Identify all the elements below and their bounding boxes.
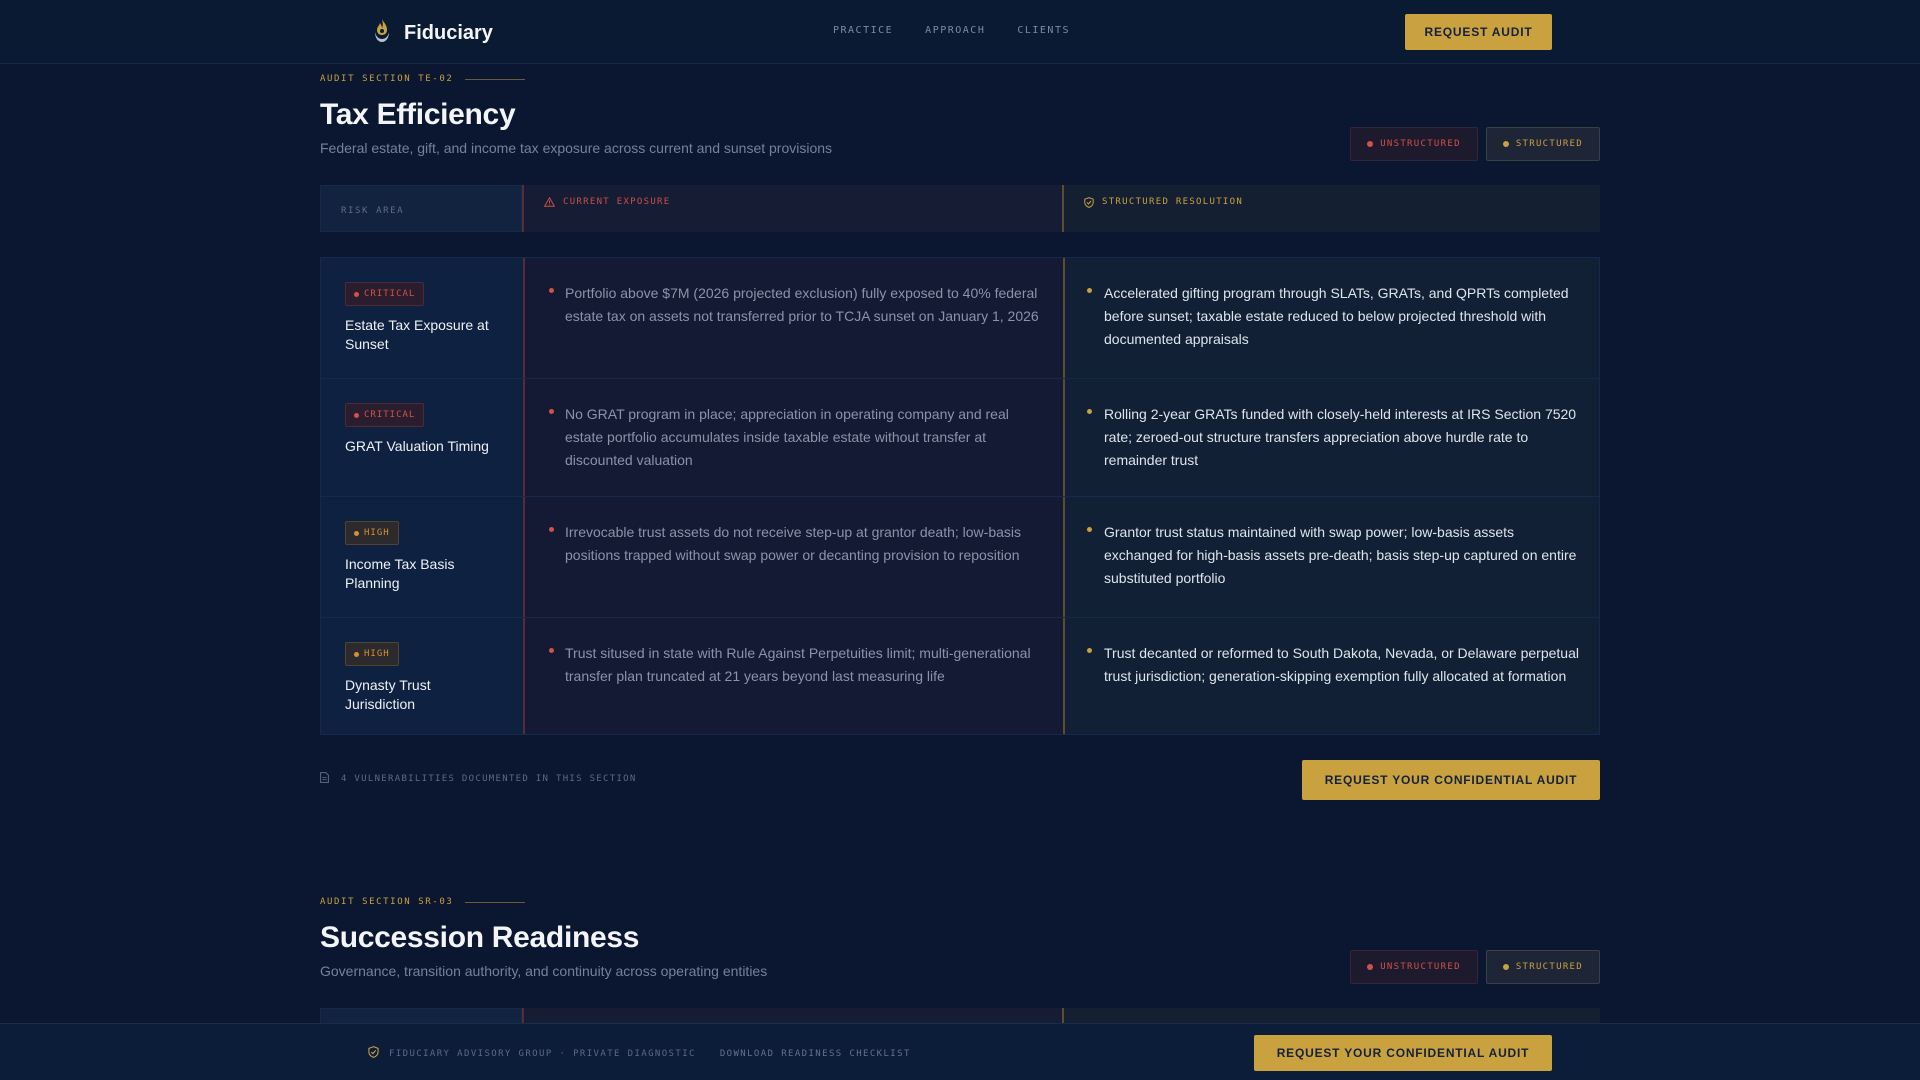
exposure-text: Trust sitused in state with Rule Against… bbox=[565, 645, 1031, 684]
shield-check-icon bbox=[1084, 197, 1094, 211]
resolution-bullet-icon bbox=[1087, 288, 1092, 293]
resolution-bullet-icon bbox=[1087, 648, 1092, 653]
nav-approach[interactable]: APPROACH bbox=[925, 25, 985, 36]
table-row: CRITICAL Estate Tax Exposure at Sunset P… bbox=[321, 258, 1599, 379]
resolution-bullet-icon bbox=[1087, 409, 1092, 414]
exposure-text: Portfolio above $7M (2026 projected excl… bbox=[565, 285, 1039, 324]
top-navigation-bar: Fiduciary PRACTICE APPROACH CLIENTS REQU… bbox=[0, 0, 1920, 64]
table-row: HIGH Income Tax Basis Planning Irrevocab… bbox=[321, 497, 1599, 618]
resolution-text: Grantor trust status maintained with swa… bbox=[1104, 524, 1577, 586]
severity-dot-icon bbox=[354, 651, 359, 657]
exposure-cell: No GRAT program in place; appreciation i… bbox=[523, 379, 1063, 496]
section-code: AUDIT SECTION SR-03 bbox=[320, 897, 454, 907]
resolution-cell: Grantor trust status maintained with swa… bbox=[1063, 497, 1599, 617]
risk-area-cell: HIGH Dynasty Trust Jurisdiction bbox=[321, 618, 523, 734]
vulnerability-table: CRITICAL Estate Tax Exposure at Sunset P… bbox=[320, 257, 1600, 735]
eyebrow-rule bbox=[465, 901, 526, 903]
unstructured-dot-icon bbox=[1367, 141, 1374, 147]
section-tax-efficiency: AUDIT SECTION TE-02 Tax Efficiency Feder… bbox=[320, 74, 1600, 800]
main-nav: PRACTICE APPROACH CLIENTS bbox=[833, 25, 1070, 36]
structured-dot-icon bbox=[1502, 141, 1509, 147]
section-succession-readiness: AUDIT SECTION SR-03 Succession Readiness… bbox=[320, 897, 1600, 1055]
section-eyebrow: AUDIT SECTION TE-02 bbox=[320, 74, 1600, 84]
header-structured-resolution: STRUCTURED RESOLUTION bbox=[1062, 185, 1600, 232]
risk-area-name: Dynasty Trust Jurisdiction bbox=[345, 677, 431, 712]
legend-structured[interactable]: STRUCTURED bbox=[1485, 950, 1600, 984]
section-footer: 4 VULNERABILITIES DOCUMENTED IN THIS SEC… bbox=[320, 760, 1600, 800]
resolution-bullet-icon bbox=[1087, 527, 1092, 532]
brand[interactable]: Fiduciary bbox=[370, 18, 493, 49]
unstructured-dot-icon bbox=[1367, 964, 1374, 970]
severity-dot-icon bbox=[354, 291, 359, 297]
risk-area-cell: CRITICAL GRAT Valuation Timing bbox=[321, 379, 523, 496]
resolution-cell: Trust decanted or reformed to South Dako… bbox=[1063, 618, 1599, 734]
severity-badge: HIGH bbox=[345, 521, 399, 545]
exposure-bullet-icon bbox=[549, 648, 554, 653]
resolution-text: Accelerated gifting program through SLAT… bbox=[1104, 285, 1569, 347]
exposure-bullet-icon bbox=[549, 288, 554, 293]
section-eyebrow: AUDIT SECTION SR-03 bbox=[320, 897, 1600, 907]
resolution-text: Trust decanted or reformed to South Dako… bbox=[1104, 645, 1579, 684]
section-code: AUDIT SECTION TE-02 bbox=[320, 74, 454, 84]
risk-area-cell: CRITICAL Estate Tax Exposure at Sunset bbox=[321, 258, 523, 378]
nav-practice[interactable]: PRACTICE bbox=[833, 25, 893, 36]
exposure-cell: Portfolio above $7M (2026 projected excl… bbox=[523, 258, 1063, 378]
legend-unstructured[interactable]: UNSTRUCTURED bbox=[1350, 950, 1478, 984]
table-row: CRITICAL GRAT Valuation Timing No GRAT p… bbox=[321, 379, 1599, 497]
risk-area-name: GRAT Valuation Timing bbox=[345, 438, 489, 454]
exposure-bullet-icon bbox=[549, 527, 554, 532]
status-legend: UNSTRUCTURED STRUCTURED bbox=[1350, 127, 1600, 161]
flame-logo-icon bbox=[370, 18, 394, 49]
table-row: HIGH Dynasty Trust Jurisdiction Trust si… bbox=[321, 618, 1599, 734]
severity-dot-icon bbox=[354, 530, 359, 536]
resolution-text: Rolling 2-year GRATs funded with closely… bbox=[1104, 406, 1577, 468]
severity-badge: CRITICAL bbox=[345, 282, 425, 306]
header-current-exposure: CURRENT EXPOSURE bbox=[522, 185, 1062, 232]
warning-triangle-icon bbox=[543, 196, 556, 210]
severity-dot-icon bbox=[354, 412, 359, 418]
legend-unstructured[interactable]: UNSTRUCTURED bbox=[1350, 127, 1478, 161]
exposure-bullet-icon bbox=[549, 409, 554, 414]
resolution-cell: Rolling 2-year GRATs funded with closely… bbox=[1063, 379, 1599, 496]
nav-clients[interactable]: CLIENTS bbox=[1017, 25, 1070, 36]
severity-badge: CRITICAL bbox=[345, 403, 425, 427]
risk-area-name: Income Tax Basis Planning bbox=[345, 556, 455, 591]
brand-name: Fiduciary bbox=[404, 22, 493, 44]
footer-org: FIDUCIARY ADVISORY GROUP · PRIVATE DIAGN… bbox=[389, 1048, 696, 1059]
request-confidential-audit-button[interactable]: REQUEST YOUR CONFIDENTIAL AUDIT bbox=[1302, 760, 1600, 800]
legend-structured[interactable]: STRUCTURED bbox=[1485, 127, 1600, 161]
footer-request-audit-button[interactable]: REQUEST YOUR CONFIDENTIAL AUDIT bbox=[1254, 1035, 1552, 1071]
resolution-cell: Accelerated gifting program through SLAT… bbox=[1063, 258, 1599, 378]
sticky-footer-bar: FIDUCIARY ADVISORY GROUP · PRIVATE DIAGN… bbox=[0, 1023, 1920, 1080]
download-checklist-link[interactable]: DOWNLOAD READINESS CHECKLIST bbox=[720, 1049, 911, 1059]
exposure-text: No GRAT program in place; appreciation i… bbox=[565, 406, 1009, 468]
exposure-cell: Trust sitused in state with Rule Against… bbox=[523, 618, 1063, 734]
eyebrow-rule bbox=[465, 78, 526, 80]
table-header: RISK AREA CURRENT EXPOSURE STRUCTURED RE… bbox=[320, 185, 1600, 232]
risk-area-cell: HIGH Income Tax Basis Planning bbox=[321, 497, 523, 617]
structured-dot-icon bbox=[1502, 964, 1509, 970]
header-risk-area: RISK AREA bbox=[320, 185, 522, 232]
status-legend: UNSTRUCTURED STRUCTURED bbox=[1350, 950, 1600, 984]
request-audit-button[interactable]: REQUEST AUDIT bbox=[1405, 14, 1552, 50]
risk-area-name: Estate Tax Exposure at Sunset bbox=[345, 317, 489, 352]
exposure-cell: Irrevocable trust assets do not receive … bbox=[523, 497, 1063, 617]
footer-info: FIDUCIARY ADVISORY GROUP · PRIVATE DIAGN… bbox=[368, 1046, 911, 1061]
severity-badge: HIGH bbox=[345, 642, 399, 666]
document-icon bbox=[320, 772, 329, 786]
vulnerability-count: 4 VULNERABILITIES DOCUMENTED IN THIS SEC… bbox=[320, 772, 637, 786]
shield-check-icon bbox=[368, 1046, 379, 1061]
exposure-text: Irrevocable trust assets do not receive … bbox=[565, 524, 1022, 563]
